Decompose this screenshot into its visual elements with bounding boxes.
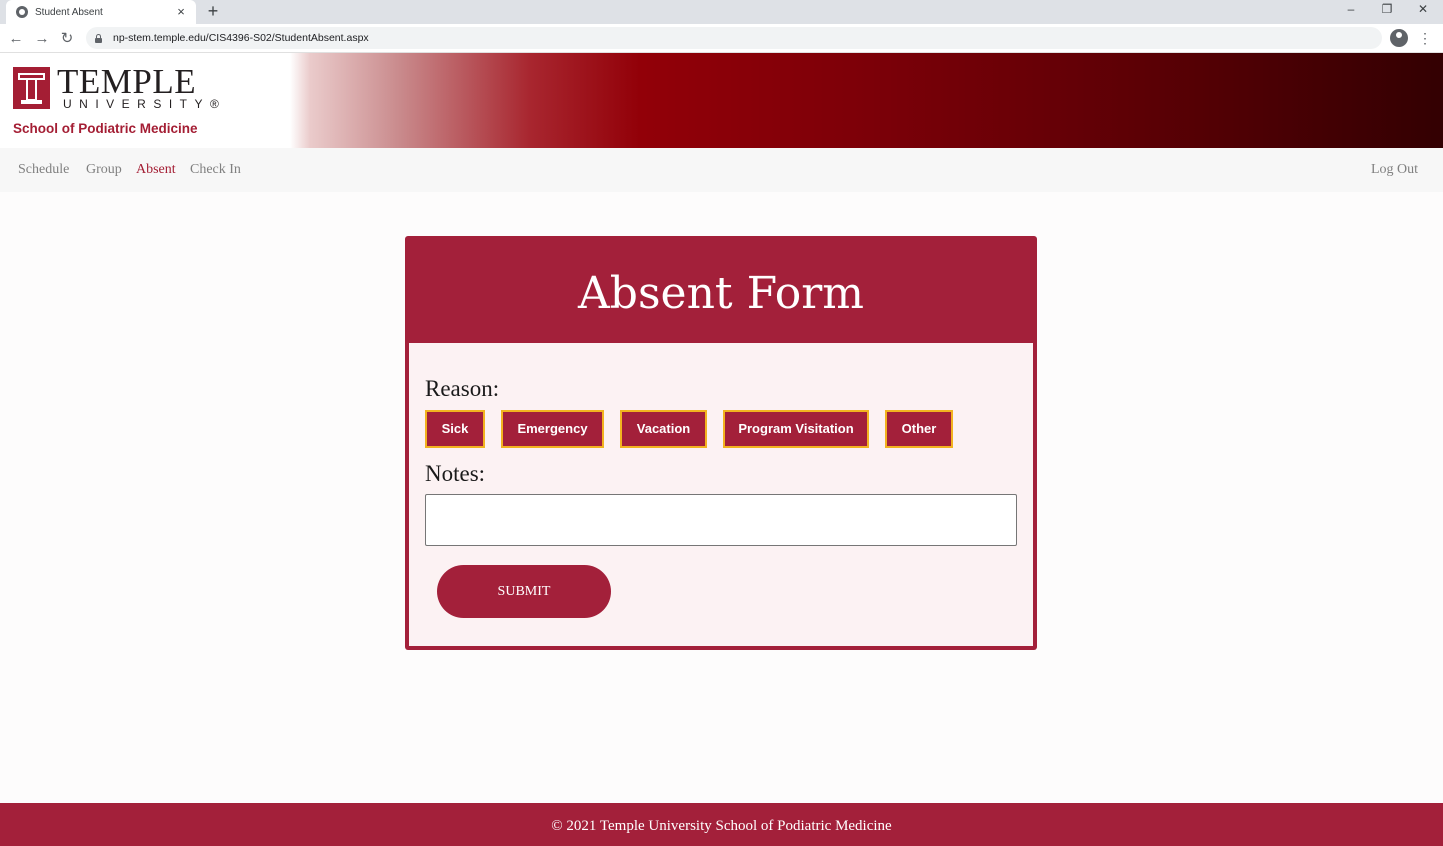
logout-link[interactable]: Log Out bbox=[1371, 162, 1418, 178]
nav-schedule[interactable]: Schedule bbox=[18, 162, 69, 178]
school-name: School of Podiatric Medicine bbox=[13, 121, 198, 136]
browser-tab-bar: Student Absent × + – ❐ ✕ bbox=[0, 0, 1443, 24]
url-text: np-stem.temple.edu/CIS4396-S02/StudentAb… bbox=[113, 32, 369, 44]
close-window-icon[interactable]: ✕ bbox=[1405, 0, 1441, 20]
tab-close-icon[interactable]: × bbox=[174, 5, 188, 19]
form-title: Absent Form bbox=[578, 268, 864, 319]
reason-emergency-button[interactable]: Emergency bbox=[501, 410, 604, 448]
globe-icon bbox=[16, 6, 28, 18]
profile-icon[interactable] bbox=[1390, 29, 1408, 47]
browser-tab[interactable]: Student Absent × bbox=[6, 0, 196, 24]
restore-icon[interactable]: ❐ bbox=[1369, 0, 1405, 20]
nav-absent[interactable]: Absent bbox=[136, 162, 176, 178]
footer-copyright: © 2021 Temple University School of Podia… bbox=[551, 818, 892, 834]
reason-vacation-button[interactable]: Vacation bbox=[620, 410, 707, 448]
submit-button[interactable]: SUBMIT bbox=[437, 565, 611, 618]
forward-arrow-icon[interactable]: → bbox=[32, 29, 52, 49]
logo-subtitle: UNIVERSITY® bbox=[63, 97, 227, 111]
tab-title: Student Absent bbox=[35, 6, 103, 18]
logo-wordmark: TEMPLE bbox=[57, 62, 197, 101]
site-nav: Schedule Group Absent Check In Log Out bbox=[0, 148, 1443, 192]
address-bar[interactable]: np-stem.temple.edu/CIS4396-S02/StudentAb… bbox=[86, 27, 1382, 49]
reason-label: Reason: bbox=[425, 376, 500, 401]
site-footer: © 2021 Temple University School of Podia… bbox=[0, 803, 1443, 846]
reason-program-visitation-button[interactable]: Program Visitation bbox=[723, 410, 869, 448]
nav-check-in[interactable]: Check In bbox=[190, 162, 241, 178]
browser-menu-icon[interactable]: ⋮ bbox=[1418, 29, 1432, 49]
site-header: TEMPLE UNIVERSITY® School of Podiatric M… bbox=[0, 53, 1443, 148]
reason-sick-button[interactable]: Sick bbox=[425, 410, 485, 448]
browser-toolbar: ← → ↻ np-stem.temple.edu/CIS4396-S02/Stu… bbox=[0, 24, 1443, 53]
new-tab-icon[interactable]: + bbox=[203, 1, 223, 21]
lock-icon bbox=[94, 33, 103, 43]
form-body: Reason: Sick Emergency Vacation Program … bbox=[409, 343, 1033, 646]
notes-input[interactable] bbox=[425, 494, 1017, 546]
nav-group[interactable]: Group bbox=[86, 162, 122, 178]
notes-label: Notes: bbox=[425, 461, 486, 486]
temple-t-logo-icon bbox=[13, 67, 50, 109]
reason-other-button[interactable]: Other bbox=[885, 410, 953, 448]
reload-icon[interactable]: ↻ bbox=[57, 29, 77, 49]
minimize-icon[interactable]: – bbox=[1333, 0, 1369, 20]
absent-form-card: Absent Form Reason: Sick Emergency Vacat… bbox=[405, 236, 1037, 650]
back-arrow-icon[interactable]: ← bbox=[6, 29, 26, 49]
